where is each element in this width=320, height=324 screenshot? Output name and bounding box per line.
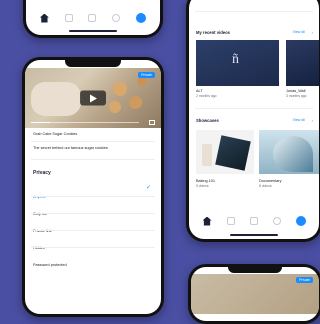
progress-fill [31, 121, 51, 123]
privacy-option-only-me[interactable]: Only me [33, 202, 47, 220]
thumb-wave [273, 136, 313, 172]
showcase-meta: 5 videos [196, 184, 209, 188]
top-left-phone [23, 0, 163, 38]
arrow-right-icon[interactable]: › [312, 30, 313, 35]
home-icon[interactable] [39, 13, 49, 23]
search-icon[interactable] [226, 217, 235, 225]
video-title: Jonas_Wall [286, 89, 306, 93]
showcases-heading: Showcases [196, 118, 219, 123]
divider [195, 108, 313, 109]
video-description: The secret behind our famous sugar cooki… [33, 146, 108, 150]
bottom-right-phone: Private [188, 264, 320, 324]
right-screen: My recent videos View all › ñ ALT 2 mont… [189, 0, 319, 239]
upload-icon[interactable] [295, 216, 306, 226]
privacy-option-password[interactable]: Password protected [33, 253, 67, 271]
video-title: Grab Cake Sugar Cookies [33, 132, 78, 136]
divider [31, 230, 155, 231]
divider [31, 213, 155, 214]
hands [31, 82, 81, 116]
fullscreen-icon[interactable] [149, 120, 155, 125]
top-left-screen [26, 0, 160, 35]
cookie [109, 101, 121, 113]
video-meta: 2 months ago [196, 94, 217, 98]
divider [31, 196, 155, 197]
badge[interactable]: Private [138, 72, 155, 78]
cookie [113, 82, 127, 96]
privacy-option-anyone[interactable]: Anyone ✓ [33, 185, 153, 199]
privacy-heading: Privacy [33, 170, 51, 176]
bottom-right-screen: Private [191, 267, 319, 321]
option-label: Password protected [33, 263, 67, 267]
recent-videos-heading: My recent videos [196, 30, 230, 35]
play-icon [90, 94, 97, 103]
divider [195, 11, 313, 12]
video-thumb[interactable]: ñ [196, 40, 279, 86]
showcase-meta: 8 videos [259, 184, 272, 188]
video-player[interactable]: Private [25, 68, 161, 128]
showcase-thumb[interactable] [259, 130, 319, 174]
video-meta: 3 months ago [286, 94, 307, 98]
home-icon[interactable] [202, 216, 212, 226]
divider [31, 247, 155, 248]
notch [65, 60, 121, 67]
check-icon: ✓ [145, 185, 151, 191]
divider [31, 159, 155, 160]
left-phone: Private Grab Cake Sugar Cookies The secr… [22, 57, 164, 317]
showcase-title: Documentary [259, 179, 282, 183]
play-button[interactable] [80, 90, 106, 106]
privacy-option-private-link[interactable]: Private link [33, 219, 52, 237]
privacy-option-hidden[interactable]: Hidden [33, 236, 45, 254]
thumb-cup [202, 144, 212, 166]
home-indicator [230, 234, 278, 236]
showcase-title: Baking 101 [196, 179, 215, 183]
right-bottom-nav [189, 214, 319, 228]
video-preview[interactable]: Private [191, 274, 319, 314]
left-screen: Private Grab Cake Sugar Cookies The secr… [25, 60, 161, 314]
top-left-nav [26, 11, 160, 25]
video-thumb[interactable] [286, 40, 319, 86]
search-icon[interactable] [64, 14, 73, 22]
showcase-thumb[interactable] [196, 130, 254, 174]
recent-view-all-link[interactable]: View all [293, 30, 305, 34]
library-icon[interactable] [88, 14, 97, 22]
arrow-right-icon[interactable]: › [312, 118, 313, 123]
library-icon[interactable] [249, 217, 258, 225]
badge[interactable]: Private [296, 277, 313, 283]
cookie [129, 96, 142, 109]
video-title: ALT [196, 89, 203, 93]
notch [228, 267, 282, 273]
profile-icon[interactable] [272, 217, 281, 225]
home-indicator [69, 30, 117, 32]
thumb-photo [215, 135, 251, 171]
progress-track[interactable] [31, 121, 139, 123]
divider [31, 141, 155, 142]
upload-icon[interactable] [136, 13, 147, 23]
profile-icon[interactable] [112, 14, 121, 22]
showcases-view-all-link[interactable]: View all [293, 118, 305, 122]
thumb-logo: ñ [232, 52, 239, 67]
right-phone: My recent videos View all › ñ ALT 2 mont… [186, 0, 320, 242]
